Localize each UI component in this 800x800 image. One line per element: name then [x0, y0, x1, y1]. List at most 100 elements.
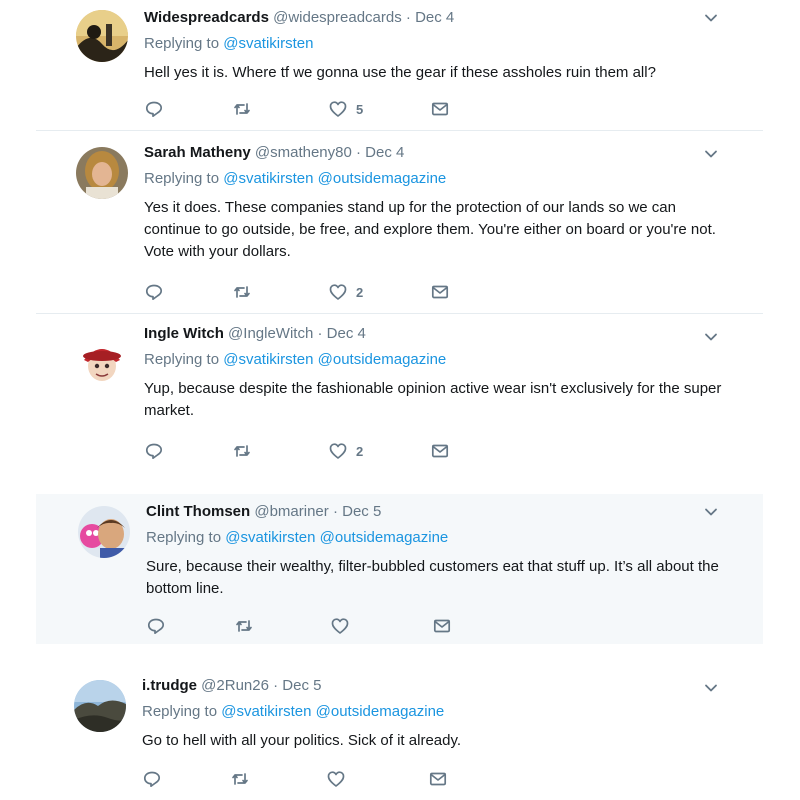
mention-link[interactable]: @outsidemagazine — [318, 170, 447, 187]
replying-to-line: Replying to @svatikirsten @outsidemagazi… — [144, 169, 723, 189]
tweet-date[interactable]: Dec 4 — [415, 9, 454, 26]
tweet-date[interactable]: Dec 4 — [365, 144, 404, 161]
chevron-down-icon[interactable] — [703, 680, 719, 696]
chevron-down-icon[interactable] — [703, 10, 719, 26]
like-button[interactable] — [330, 616, 358, 636]
like-count: 2 — [356, 443, 364, 459]
retweet-button[interactable] — [232, 99, 252, 119]
mention-link[interactable]: @svatikirsten — [223, 170, 313, 187]
author-name[interactable]: Ingle Witch — [144, 325, 224, 342]
heart-icon — [331, 618, 349, 634]
reply-button[interactable] — [144, 282, 164, 302]
heart-icon — [329, 101, 347, 117]
tweet-body: Sarah Matheny @smatheny80 · Dec 4 Replyi… — [144, 131, 723, 263]
envelope-icon — [431, 444, 449, 458]
like-count: 2 — [356, 284, 364, 300]
separator-dot: · — [405, 9, 411, 26]
tweet[interactable]: i.trudge @2Run26 · Dec 5 Replying to @sv… — [36, 664, 763, 800]
retweet-button[interactable] — [232, 282, 252, 302]
author-handle[interactable]: @widespreadcards — [273, 9, 402, 26]
author-name[interactable]: Widespreadcards — [144, 9, 269, 26]
envelope-icon — [431, 102, 449, 116]
tweet-date[interactable]: Dec 4 — [327, 325, 366, 342]
heart-icon — [327, 771, 345, 787]
retweet-icon — [234, 103, 250, 115]
reply-icon — [145, 101, 163, 118]
direct-message-button[interactable] — [428, 769, 448, 789]
tweet-body: Ingle Witch @IngleWitch · Dec 4 Replying… — [144, 314, 723, 422]
author-handle[interactable]: @bmariner — [254, 503, 328, 520]
avatar[interactable] — [76, 147, 128, 199]
tweet-text: Go to hell with all your politics. Sick … — [142, 732, 462, 749]
mention-link[interactable]: @svatikirsten — [223, 35, 313, 52]
author-name[interactable]: i.trudge — [142, 677, 197, 694]
retweet-button[interactable] — [230, 769, 250, 789]
direct-message-button[interactable] — [432, 616, 452, 636]
replying-to-label: Replying to — [144, 351, 220, 368]
separator-dot: · — [273, 677, 279, 694]
like-button[interactable]: 2 — [328, 441, 363, 461]
author-handle[interactable]: @IngleWitch — [228, 325, 313, 342]
envelope-icon — [429, 772, 447, 786]
like-button[interactable] — [326, 769, 354, 789]
replying-to-line: Replying to @svatikirsten @outsidemagazi… — [146, 528, 723, 548]
replying-to-line: Replying to @svatikirsten — [144, 34, 723, 54]
tweet[interactable]: Ingle Witch @IngleWitch · Dec 4 Replying… — [36, 314, 763, 494]
tweet-text: Yes it does. These companies stand up fo… — [144, 199, 716, 260]
mention-link[interactable]: @svatikirsten — [225, 529, 315, 546]
replying-to-label: Replying to — [142, 703, 218, 720]
tweet-date[interactable]: Dec 5 — [282, 677, 321, 694]
reply-button[interactable] — [144, 441, 164, 461]
replying-to-line: Replying to @svatikirsten @outsidemagazi… — [142, 702, 723, 722]
author-handle[interactable]: @2Run26 — [201, 677, 269, 694]
mention-link[interactable]: @outsidemagazine — [318, 351, 447, 368]
tweet[interactable]: Sarah Matheny @smatheny80 · Dec 4 Replyi… — [36, 131, 763, 313]
replying-to-label: Replying to — [144, 170, 220, 187]
mention-link[interactable]: @svatikirsten — [223, 351, 313, 368]
reply-icon — [145, 284, 163, 301]
chevron-down-icon[interactable] — [703, 146, 719, 162]
chevron-down-icon[interactable] — [703, 504, 719, 520]
separator-dot: · — [332, 503, 338, 520]
retweet-icon — [234, 445, 250, 457]
replying-to-line: Replying to @svatikirsten @outsidemagazi… — [144, 350, 723, 370]
avatar[interactable] — [76, 10, 128, 62]
tweet-text: Yup, because despite the fashionable opi… — [144, 380, 722, 419]
mention-link[interactable]: @outsidemagazine — [320, 529, 449, 546]
reply-icon — [147, 618, 165, 635]
retweet-icon — [232, 773, 248, 785]
mention-link[interactable]: @svatikirsten — [221, 703, 311, 720]
envelope-icon — [431, 285, 449, 299]
mention-link[interactable]: @outsidemagazine — [316, 703, 445, 720]
direct-message-button[interactable] — [430, 441, 450, 461]
chevron-down-icon[interactable] — [703, 329, 719, 345]
reply-icon — [143, 771, 161, 788]
tweet-body: i.trudge @2Run26 · Dec 5 Replying to @sv… — [142, 664, 723, 752]
direct-message-button[interactable] — [430, 99, 450, 119]
tweet-date[interactable]: Dec 5 — [342, 503, 381, 520]
tweet[interactable]: Clint Thomsen @bmariner · Dec 5 Replying… — [36, 494, 763, 644]
avatar[interactable] — [74, 680, 126, 732]
retweet-button[interactable] — [234, 616, 254, 636]
reply-button[interactable] — [146, 616, 166, 636]
author-handle[interactable]: @smatheny80 — [255, 144, 352, 161]
retweet-icon — [236, 620, 252, 632]
author-name[interactable]: Clint Thomsen — [146, 503, 250, 520]
like-count: 5 — [356, 101, 364, 117]
avatar[interactable] — [78, 506, 130, 558]
tweet[interactable]: Widespreadcards @widespreadcards · Dec 4… — [36, 0, 763, 130]
reply-button[interactable] — [142, 769, 162, 789]
author-name[interactable]: Sarah Matheny — [144, 144, 251, 161]
like-button[interactable]: 5 — [328, 99, 363, 119]
action-bar: 2 — [144, 282, 464, 302]
reply-button[interactable] — [144, 99, 164, 119]
like-button[interactable]: 2 — [328, 282, 363, 302]
action-bar — [142, 769, 462, 789]
separator-dot: · — [356, 144, 361, 161]
heart-icon — [329, 284, 347, 300]
retweet-button[interactable] — [232, 441, 252, 461]
direct-message-button[interactable] — [430, 282, 450, 302]
tweet-body: Widespreadcards @widespreadcards · Dec 4… — [144, 0, 723, 84]
reply-icon — [145, 443, 163, 460]
avatar[interactable] — [76, 334, 128, 386]
